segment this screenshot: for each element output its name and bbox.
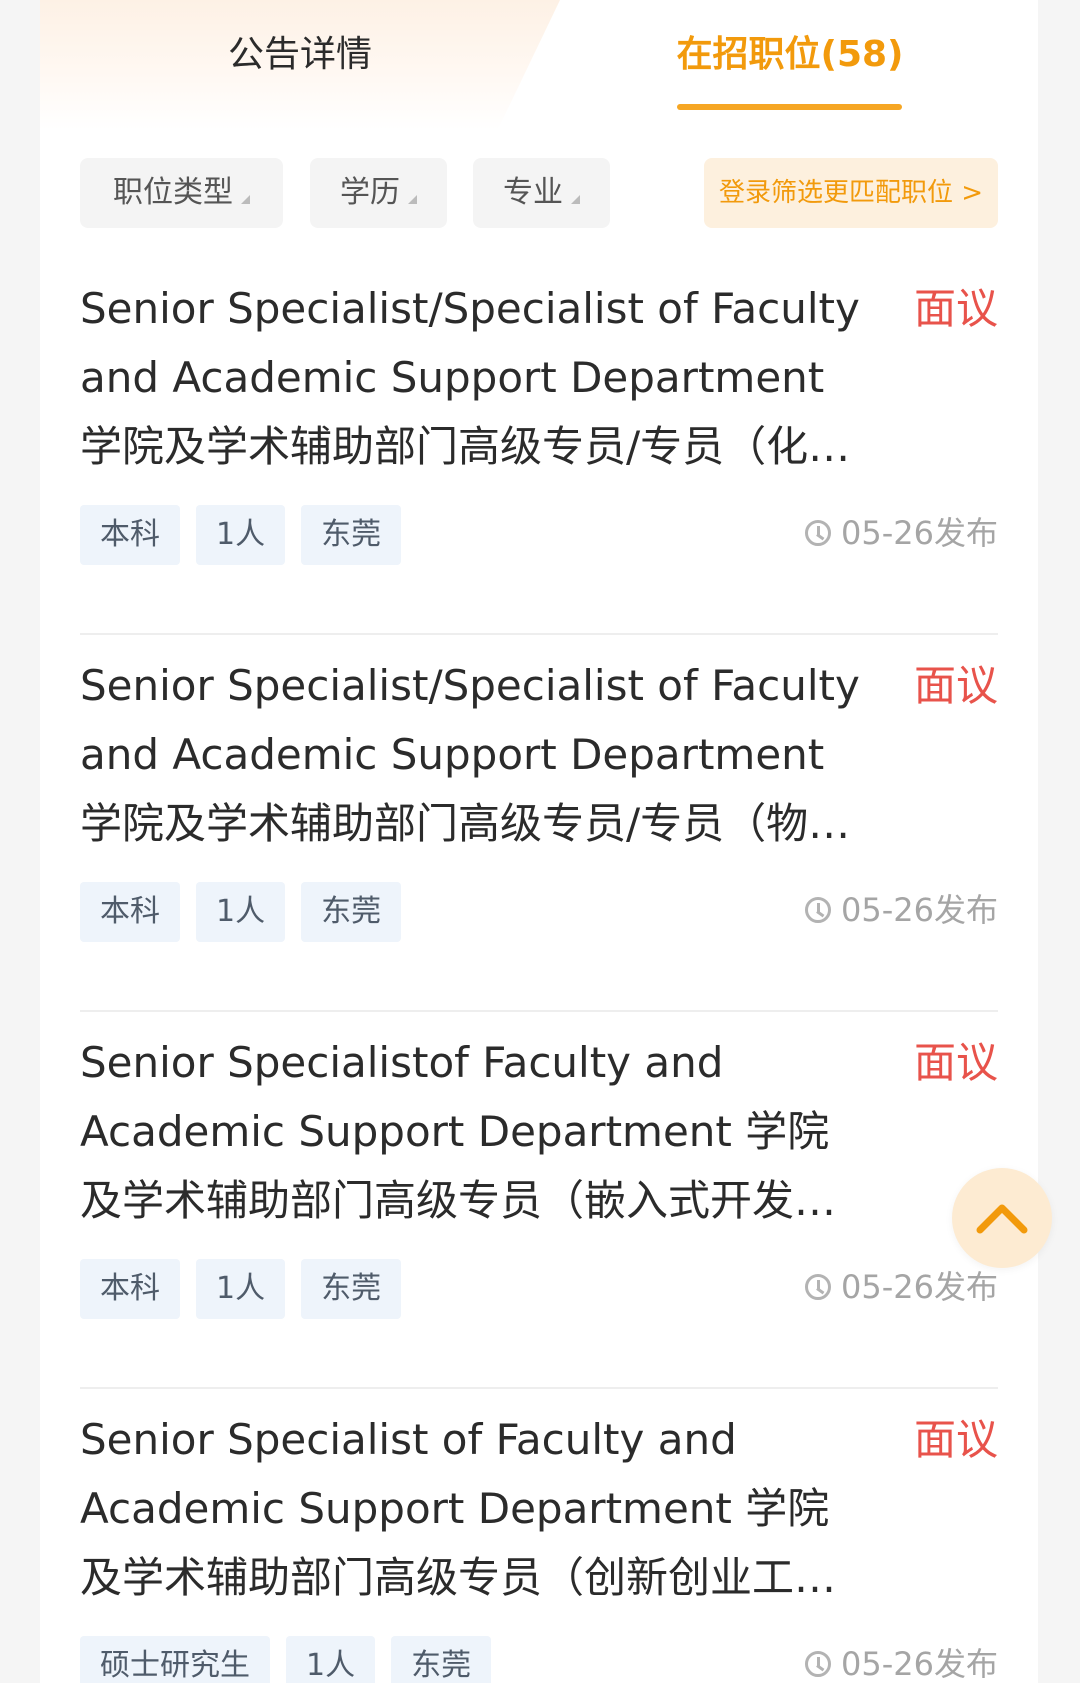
active-tab-indicator [677, 104, 902, 110]
tag-education: 本科 [80, 882, 180, 942]
filter-position-type[interactable]: 职位类型 [80, 158, 283, 228]
filter-major-label: 专业 [503, 175, 563, 210]
publish-time-text: 05-26发布 [841, 1268, 998, 1306]
tag-location: 东莞 [301, 1259, 402, 1319]
tag-education: 硕士研究生 [80, 1636, 270, 1683]
publish-time: 05-26发布 [805, 508, 998, 558]
job-list: Senior Specialist/Specialist of Faculty … [80, 258, 998, 1683]
tag-location: 东莞 [301, 882, 402, 942]
filter-major[interactable]: 专业 [473, 158, 610, 228]
caret-icon [408, 194, 417, 204]
job-tags: 本科 1人 东莞 [80, 1259, 402, 1319]
tag-headcount: 1人 [196, 882, 286, 942]
clock-icon [805, 520, 831, 546]
scroll-to-top-button[interactable] [952, 1168, 1052, 1268]
caret-icon [571, 194, 580, 204]
job-salary: 面议 [913, 661, 998, 710]
job-tags: 本科 1人 东莞 [80, 882, 402, 942]
tab-open-positions[interactable]: 在招职位(58) [640, 30, 940, 80]
tag-headcount: 1人 [196, 505, 286, 565]
job-salary: 面议 [913, 1038, 998, 1087]
content-card: 公告详情 在招职位(58) 职位类型 学历 专业 登录筛选更匹配职位 > Sen… [40, 0, 1038, 1683]
job-title[interactable]: Senior Specialist/Specialist of Faculty … [80, 274, 870, 481]
tag-education: 本科 [80, 1259, 180, 1319]
clock-icon [805, 1651, 831, 1677]
job-title[interactable]: Senior Specialist/Specialist of Faculty … [80, 651, 870, 858]
tab-bar: 公告详情 在招职位(58) [40, 0, 1038, 130]
job-title[interactable]: Senior Specialist of Faculty and Academi… [80, 1405, 870, 1612]
job-item[interactable]: Senior Specialistof Faculty and Academic… [80, 1012, 998, 1389]
tag-location: 东莞 [391, 1636, 492, 1683]
publish-time: 05-26发布 [805, 885, 998, 935]
job-salary: 面议 [913, 284, 998, 333]
publish-time-text: 05-26发布 [841, 891, 998, 929]
job-salary: 面议 [913, 1415, 998, 1464]
job-title[interactable]: Senior Specialistof Faculty and Academic… [80, 1028, 870, 1235]
job-item[interactable]: Senior Specialist/Specialist of Faculty … [80, 635, 998, 1012]
publish-time: 05-26发布 [805, 1262, 998, 1312]
tag-headcount: 1人 [196, 1259, 286, 1319]
job-item[interactable]: Senior Specialist of Faculty and Academi… [80, 1389, 998, 1683]
tab-announcement-detail[interactable]: 公告详情 [150, 30, 450, 80]
tag-location: 东莞 [301, 505, 402, 565]
job-tags: 硕士研究生 1人 东莞 [80, 1636, 492, 1683]
filter-bar: 职位类型 学历 专业 登录筛选更匹配职位 > [40, 158, 1038, 228]
filter-education[interactable]: 学历 [310, 158, 447, 228]
tag-headcount: 1人 [286, 1636, 376, 1683]
publish-time-text: 05-26发布 [841, 514, 998, 552]
caret-icon [241, 194, 250, 204]
job-item[interactable]: Senior Specialist/Specialist of Faculty … [80, 258, 998, 635]
login-filter-button[interactable]: 登录筛选更匹配职位 > [704, 158, 998, 228]
publish-time-text: 05-26发布 [841, 1645, 998, 1683]
clock-icon [805, 1274, 831, 1300]
filter-education-label: 学历 [340, 175, 400, 210]
publish-time: 05-26发布 [805, 1639, 998, 1683]
job-tags: 本科 1人 东莞 [80, 505, 402, 565]
clock-icon [805, 897, 831, 923]
tag-education: 本科 [80, 505, 180, 565]
chevron-up-icon [976, 1204, 1028, 1234]
filter-position-type-label: 职位类型 [113, 175, 233, 210]
